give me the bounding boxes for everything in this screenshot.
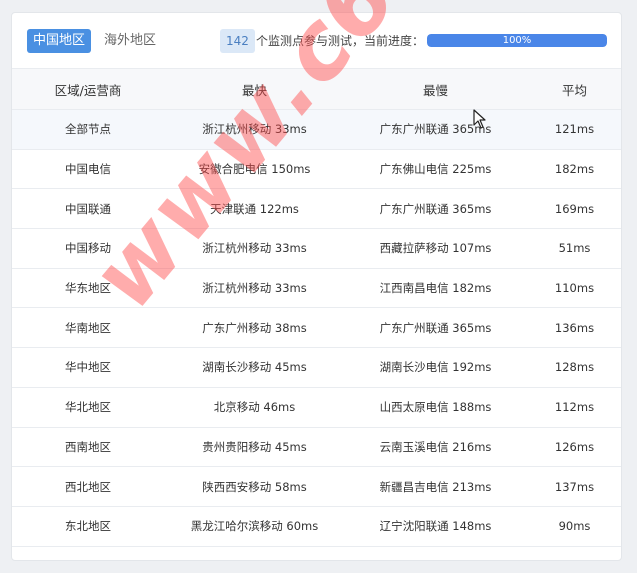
cell-region: 西北地区 <box>12 466 164 507</box>
cell-average: 182ms <box>526 148 621 189</box>
node-count-badge: 142 <box>220 29 255 53</box>
cell-slowest: 广东广州联通 365ms <box>345 188 526 229</box>
cell-region: 华南地区 <box>12 307 164 348</box>
cell-slowest: 广东佛山电信 225ms <box>345 148 526 189</box>
cell-average: 110ms <box>526 267 621 308</box>
table-header-row: 区域/运营商 最快 最慢 平均 <box>12 68 621 110</box>
cell-region: 中国联通 <box>12 188 164 229</box>
cell-region: 全部节点 <box>12 109 164 150</box>
cell-fastest: 广东广州移动 38ms <box>164 307 345 348</box>
progress-status-text: 个监测点参与测试，当前进度： <box>256 34 425 48</box>
cell-average: 51ms <box>526 228 621 269</box>
latency-table: 区域/运营商 最快 最慢 平均 全部节点 浙江杭州移动 33ms 广东广州联通 36… <box>12 68 621 560</box>
table-row: 中国移动 浙江杭州移动 33ms 西藏拉萨移动 107ms 51ms <box>12 228 621 269</box>
cell-region: 东北地区 <box>12 505 164 547</box>
cell-region: 华中地区 <box>12 347 164 388</box>
header-region: 区域/运营商 <box>12 68 164 110</box>
table-row: 华东地区 浙江杭州移动 33ms 江西南昌电信 182ms 110ms <box>12 267 621 308</box>
cell-slowest: 江西南昌电信 182ms <box>345 267 526 308</box>
cell-slowest: 辽宁沈阳联通 148ms <box>345 505 526 547</box>
table-row: 东北地区 黑龙江哈尔滨移动 60ms 辽宁沈阳联通 148ms 90ms <box>12 505 621 547</box>
cell-slowest: 广东广州联通 365ms <box>345 109 526 150</box>
cell-region: 中国电信 <box>12 148 164 189</box>
header-average: 平均 <box>526 68 621 110</box>
cell-fastest: 浙江杭州移动 33ms <box>164 228 345 269</box>
table-row: 全部节点 浙江杭州移动 33ms 广东广州联通 365ms 121ms <box>12 109 621 150</box>
header-slowest: 最慢 <box>345 68 526 110</box>
mouse-cursor-icon <box>473 109 486 129</box>
cell-region: 港澳台 <box>12 545 164 560</box>
cell-region: 华北地区 <box>12 386 164 427</box>
cell-slowest: -- <box>345 545 526 560</box>
result-toolbar: 中国地区 海外地区 142 个监测点参与测试，当前进度： 100% <box>12 13 621 67</box>
cell-fastest: 北京移动 46ms <box>164 386 345 427</box>
cell-slowest: 湖南长沙电信 192ms <box>345 347 526 388</box>
progress-label: 100% <box>502 35 532 46</box>
cell-slowest: 广东广州联通 365ms <box>345 307 526 348</box>
table-row: 华北地区 北京移动 46ms 山西太原电信 188ms 112ms <box>12 386 621 427</box>
cell-region: 西南地区 <box>12 426 164 467</box>
cell-slowest: 云南玉溪电信 216ms <box>345 426 526 467</box>
cell-average: 137ms <box>526 466 621 507</box>
table-row: 华中地区 湖南长沙移动 45ms 湖南长沙电信 192ms 128ms <box>12 347 621 388</box>
cell-average: 126ms <box>526 426 621 467</box>
progress-bar: 100% <box>427 34 607 47</box>
header-fastest: 最快 <box>164 68 345 110</box>
cell-average: -- <box>526 545 621 560</box>
cell-fastest: 天津联通 122ms <box>164 188 345 229</box>
cell-average: 112ms <box>526 386 621 427</box>
table-row: 华南地区 广东广州移动 38ms 广东广州联通 365ms 136ms <box>12 307 621 348</box>
cell-fastest: 浙江杭州移动 33ms <box>164 267 345 308</box>
cell-slowest: 西藏拉萨移动 107ms <box>345 228 526 269</box>
cell-average: 90ms <box>526 505 621 547</box>
cell-slowest: 山西太原电信 188ms <box>345 386 526 427</box>
speed-test-panel: 中国地区 海外地区 142 个监测点参与测试，当前进度： 100% 区域/运营商… <box>11 12 622 561</box>
cell-average: 128ms <box>526 347 621 388</box>
cell-fastest: -- <box>164 545 345 560</box>
cell-fastest: 黑龙江哈尔滨移动 60ms <box>164 505 345 547</box>
tab-china-region[interactable]: 中国地区 <box>27 29 92 53</box>
cell-slowest: 新疆昌吉电信 213ms <box>345 466 526 507</box>
cell-fastest: 浙江杭州移动 33ms <box>164 109 345 150</box>
cell-average: 136ms <box>526 307 621 348</box>
cell-average: 121ms <box>526 109 621 150</box>
cell-fastest: 湖南长沙移动 45ms <box>164 347 345 388</box>
cell-fastest: 陕西西安移动 58ms <box>164 466 345 507</box>
table-row: 中国联通 天津联通 122ms 广东广州联通 365ms 169ms <box>12 188 621 229</box>
cell-fastest: 安徽合肥电信 150ms <box>164 148 345 189</box>
cell-average: 169ms <box>526 188 621 229</box>
cell-region: 中国移动 <box>12 228 164 269</box>
cell-fastest: 贵州贵阳移动 45ms <box>164 426 345 467</box>
cell-region: 华东地区 <box>12 267 164 308</box>
table-row: 港澳台------ <box>12 545 621 560</box>
table-row: 中国电信 安徽合肥电信 150ms 广东佛山电信 225ms 182ms <box>12 148 621 189</box>
table-row: 西北地区 陕西西安移动 58ms 新疆昌吉电信 213ms 137ms <box>12 466 621 507</box>
tab-overseas-region[interactable]: 海外地区 <box>98 29 162 53</box>
table-row: 西南地区 贵州贵阳移动 45ms 云南玉溪电信 216ms 126ms <box>12 426 621 467</box>
